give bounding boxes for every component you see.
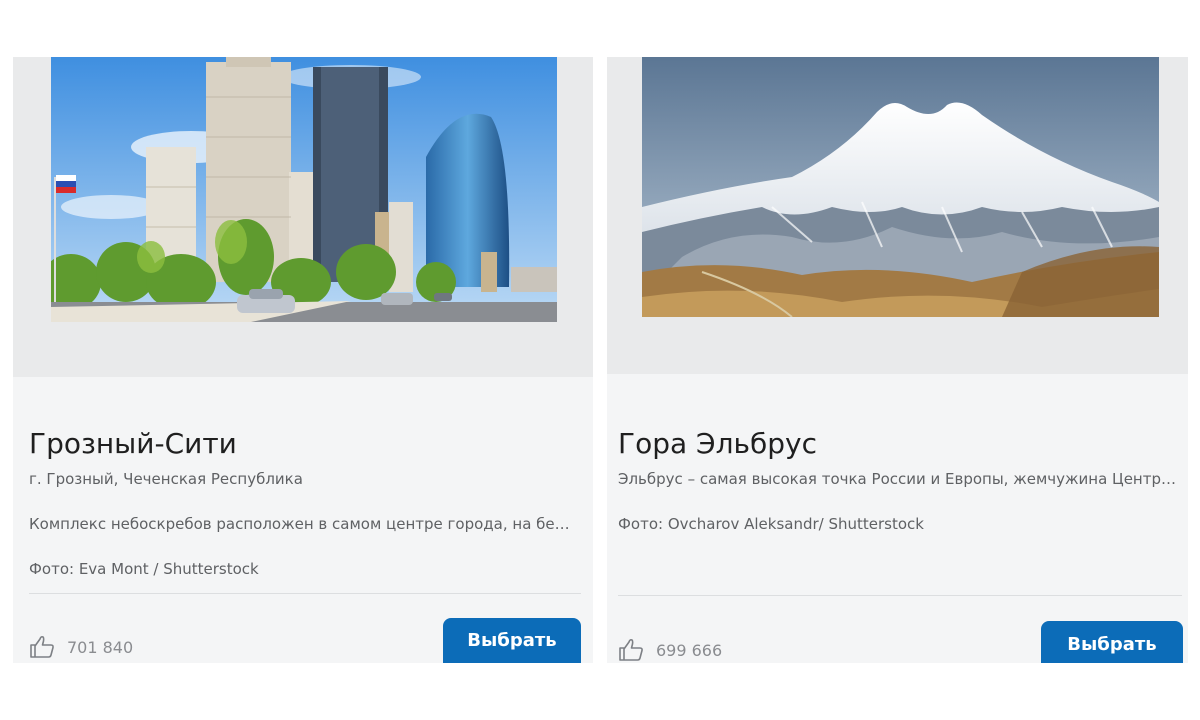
like-count: 701 840 (67, 637, 134, 657)
city-skyscrapers-photo (51, 57, 557, 322)
select-button[interactable]: Выбрать (443, 618, 581, 663)
mountain-photo (642, 57, 1159, 317)
card-description: Эльбрус – самая высокая точка России и Е… (618, 470, 1178, 488)
thumbs-up-icon[interactable] (29, 635, 55, 659)
like-count: 699 666 (656, 640, 723, 660)
card-location: г. Грозный, Чеченская Республика (29, 470, 303, 488)
card-title: Грозный-Сити (29, 427, 237, 460)
thumbs-up-icon[interactable] (618, 638, 644, 662)
card-media-area (607, 57, 1188, 374)
select-button[interactable]: Выбрать (1041, 621, 1183, 663)
divider (29, 593, 581, 594)
attraction-card: Грозный-Сити г. Грозный, Чеченская Респу… (13, 57, 593, 663)
card-title: Гора Эльбрус (618, 427, 817, 460)
attraction-card: Гора Эльбрус Эльбрус – самая высокая точ… (607, 57, 1188, 663)
like-counter: 701 840 (29, 635, 133, 659)
like-counter: 699 666 (618, 638, 722, 662)
card-description: Комплекс небоскребов расположен в самом … (29, 515, 579, 533)
photo-credit: Фото: Ovcharov Aleksandr/ Shutterstock (618, 515, 924, 533)
photo-credit: Фото: Eva Mont / Shutterstock (29, 560, 259, 578)
divider (618, 595, 1182, 596)
card-media-area (13, 57, 593, 377)
